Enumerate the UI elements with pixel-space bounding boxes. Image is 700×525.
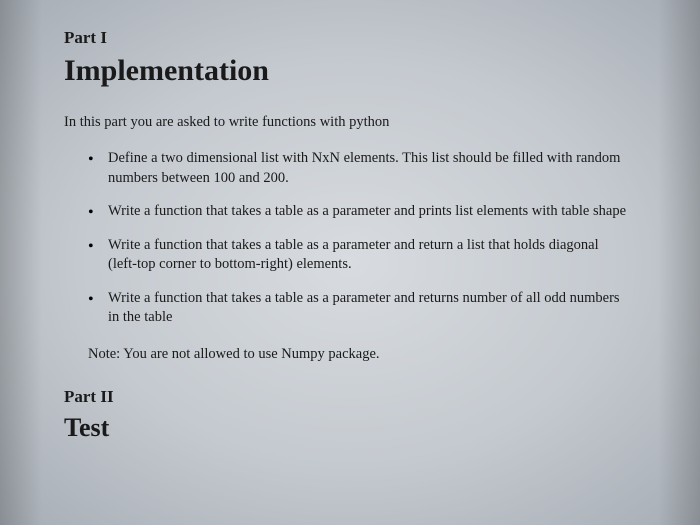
part2-title: Test [64,413,636,443]
bullet-list: Define a two dimensional list with NxN e… [64,149,636,328]
list-item: Write a function that takes a table as a… [108,236,636,275]
list-item: Write a function that takes a table as a… [108,289,636,328]
list-item: Write a function that takes a table as a… [108,202,636,222]
list-item: Define a two dimensional list with NxN e… [108,149,636,188]
part1-intro: In this part you are asked to write func… [64,114,636,131]
part1-note: Note: You are not allowed to use Numpy p… [64,346,636,363]
part1-title: Implementation [64,54,636,88]
part2-label: Part II [64,387,636,407]
part1-label: Part I [64,28,636,48]
